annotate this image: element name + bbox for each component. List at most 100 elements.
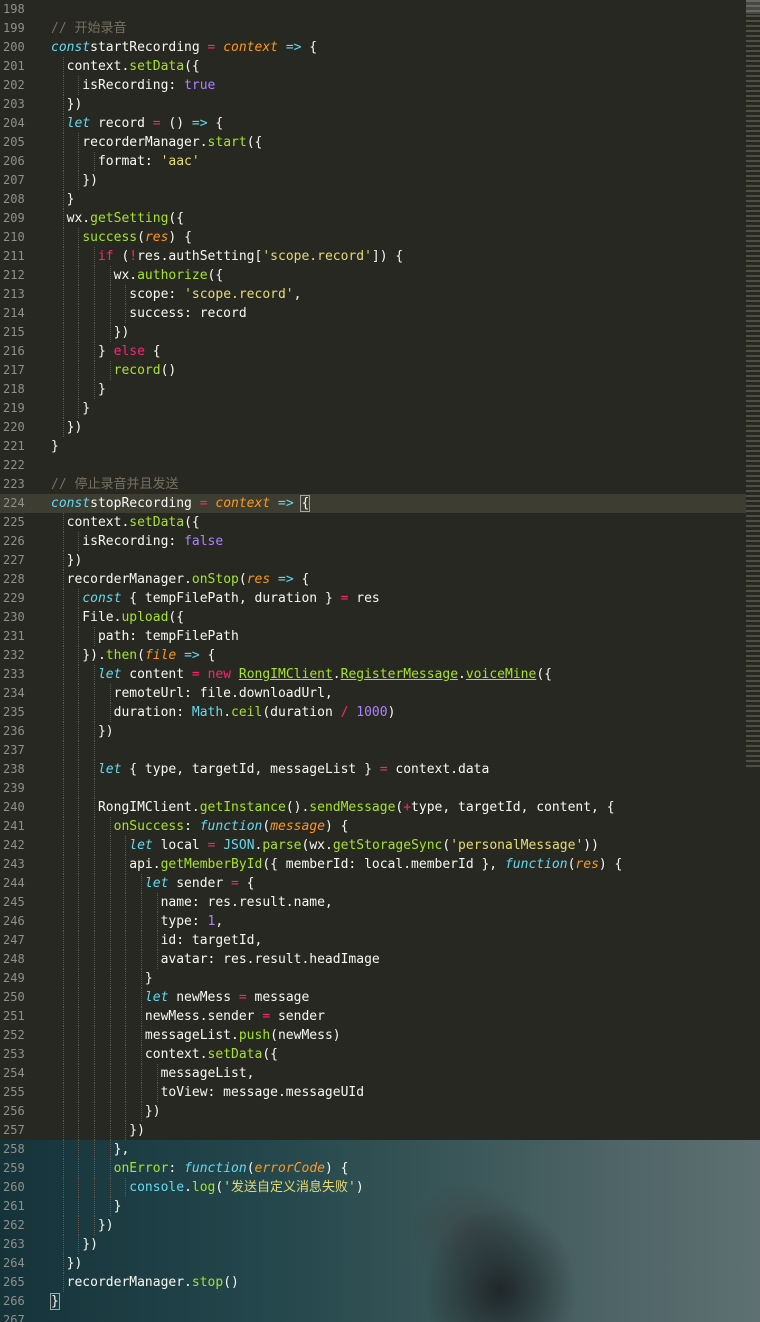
code-line[interactable]: 208 } [0,190,746,209]
code-text: format: 'aac' [51,152,200,171]
code-line[interactable]: 232 }).then(file => { [0,646,746,665]
code-token: 'personalMessage' [450,838,584,853]
code-token: 'scope.record' [262,249,372,264]
code-line[interactable]: 202 isRecording: true [0,76,746,95]
code-line[interactable]: 266} [0,1292,746,1311]
minimap-viewport[interactable] [746,0,760,14]
code-line[interactable]: 207 }) [0,171,746,190]
code-line[interactable]: 211 if (!res.authSetting['scope.record']… [0,247,746,266]
code-line[interactable]: 219 } [0,399,746,418]
code-token: let [144,990,169,1005]
code-line[interactable]: 209 wx.getSetting({ [0,209,746,228]
code-line[interactable]: 230 File.upload({ [0,608,746,627]
code-line[interactable]: 231 path: tempFilePath [0,627,746,646]
code-token: isRecording: [51,78,185,93]
code-line[interactable]: 212 wx.authorize({ [0,266,746,285]
code-line[interactable]: 229 const { tempFilePath, duration } = r… [0,589,746,608]
code-line[interactable]: 228 recorderManager.onStop(res => { [0,570,746,589]
code-line[interactable]: 259 onError: function(errorCode) { [0,1159,746,1178]
code-line[interactable]: 198 [0,0,746,19]
line-number: 224 [3,496,25,510]
code-line[interactable]: 244 let sender = { [0,874,746,893]
code-line[interactable]: 214 success: record [0,304,746,323]
code-editor[interactable]: 198 199// 开始录音 200 conststartRecording = co… [0,0,760,1322]
code-line[interactable]: 256 }) [0,1102,746,1121]
code-line[interactable]: 227 }) [0,551,746,570]
code-line[interactable]: 204 let record = () => { [0,114,746,133]
code-line[interactable]: 265 recorderManager.stop() [0,1273,746,1292]
code-line[interactable]: 199 // 开始录音 [0,19,746,38]
code-line[interactable]: 253 context.setData({ [0,1045,746,1064]
code-line[interactable]: 257 }) [0,1121,746,1140]
code-line[interactable]: 213 scope: 'scope.record', [0,285,746,304]
code-line[interactable]: 261 } [0,1197,746,1216]
code-line[interactable]: 262 }) [0,1216,746,1235]
minimap[interactable] [746,0,760,770]
code-line[interactable]: 263 }) [0,1235,746,1254]
code-line[interactable]: 224 conststopRecording = context => { [0,494,746,513]
code-line[interactable]: 201 context.setData({ [0,57,746,76]
code-line[interactable]: 215 }) [0,323,746,342]
code-line[interactable]: 239 [0,779,746,798]
code-line[interactable]: 237 [0,741,746,760]
code-line[interactable]: 258 }, [0,1140,746,1159]
line-number: 217 [3,363,25,377]
code-line[interactable]: 205 recorderManager.start({ [0,133,746,152]
code-line[interactable]: 249 } [0,969,746,988]
code-line[interactable]: 226 isRecording: false [0,532,746,551]
code-line[interactable]: 238 let { type, targetId, messageList } … [0,760,746,779]
code-token: res.authSetting[ [137,249,263,264]
code-line[interactable]: 251 newMess.sender = sender [0,1007,746,1026]
code-token: console [129,1180,185,1195]
code-line[interactable]: 240 RongIMClient.getInstance().sendMessa… [0,798,746,817]
code-token: success [82,230,138,245]
code-token: }) [51,724,114,739]
code-line[interactable]: 217 record() [0,361,746,380]
code-line[interactable]: 247 id: targetId, [0,931,746,950]
code-line[interactable]: 225 context.setData({ [0,513,746,532]
code-line[interactable]: 245 name: res.result.name, [0,893,746,912]
code-line[interactable]: 242 let local = JSON.parse(wx.getStorage… [0,836,746,855]
code-line[interactable]: 218 } [0,380,746,399]
code-token: startRecording [90,40,208,55]
code-line[interactable]: 260 console.log('发送自定义消息失败') [0,1178,746,1197]
code-line[interactable]: 254 messageList, [0,1064,746,1083]
code-line[interactable]: 248 avatar: res.result.headImage [0,950,746,969]
code-line[interactable]: 235 duration: Math.ceil(duration / 1000) [0,703,746,722]
code-line[interactable]: 241 onSuccess: function(message) { [0,817,746,836]
code-area[interactable]: 198 199// 开始录音 200 conststartRecording = co… [0,0,746,1322]
code-token: res [246,572,271,587]
code-line[interactable]: 222 [0,456,746,475]
code-token: setData [129,59,185,74]
code-line[interactable]: 200 conststartRecording = context => { [0,38,746,57]
code-line[interactable]: 203 }) [0,95,746,114]
code-line[interactable]: 243 api.getMemberById({ memberId: local.… [0,855,746,874]
code-text: } else { [51,342,161,361]
code-line[interactable]: 267 [0,1311,746,1322]
code-line[interactable]: 246 type: 1, [0,912,746,931]
code-line[interactable]: 206 format: 'aac' [0,152,746,171]
code-line[interactable]: 216 } else { [0,342,746,361]
code-token: stop [191,1275,224,1290]
code-token: res [348,591,380,606]
code-line[interactable]: 223 // 停止录音并且发送 [0,475,746,494]
line-number: 236 [3,724,25,738]
code-token: 1000 [356,705,388,720]
code-line[interactable]: 234 remoteUrl: file.downloadUrl, [0,684,746,703]
line-number: 242 [3,838,25,852]
code-text: let newMess = message [51,988,309,1007]
code-line[interactable]: 255 toView: message.messageUId [0,1083,746,1102]
code-token: onStop [191,572,239,587]
line-number: 241 [3,819,25,833]
code-text: let local = JSON.parse(wx.getStorageSync… [51,836,599,855]
code-line[interactable]: 264 }) [0,1254,746,1273]
code-line[interactable]: 233 let content = new RongIMClient.Regis… [0,665,746,684]
code-token: => [278,496,294,511]
code-line[interactable]: 221} [0,437,746,456]
line-number: 256 [3,1104,25,1118]
code-line[interactable]: 236 }) [0,722,746,741]
code-line[interactable]: 252 messageList.push(newMess) [0,1026,746,1045]
code-line[interactable]: 220 }) [0,418,746,437]
code-line[interactable]: 250 let newMess = message [0,988,746,1007]
code-line[interactable]: 210 success(res) { [0,228,746,247]
